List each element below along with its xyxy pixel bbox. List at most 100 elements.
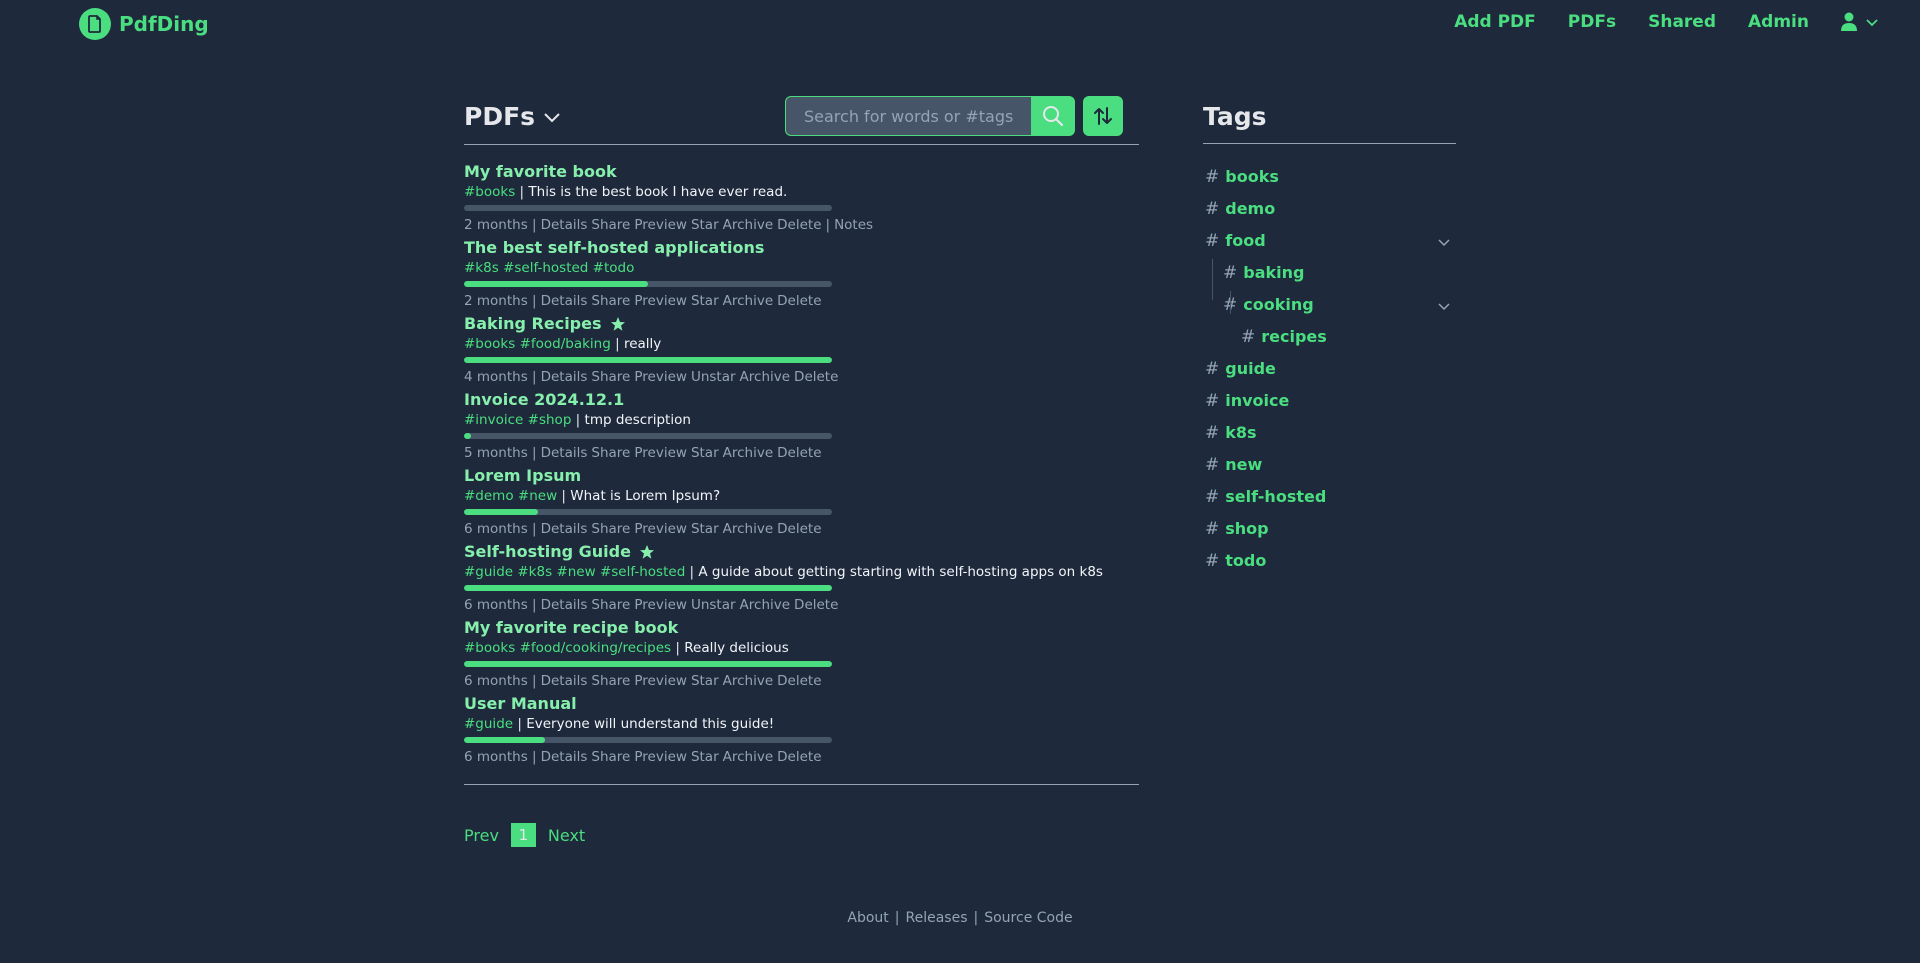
releases-link[interactable]: Releases [906, 910, 968, 926]
pdf-action-details[interactable]: Details [541, 749, 588, 765]
pdf-action-archive[interactable]: Archive [723, 445, 774, 461]
user-menu-button[interactable] [1841, 12, 1879, 32]
pdf-action-details[interactable]: Details [541, 293, 588, 309]
tag-item-todo[interactable]: # todo [1205, 549, 1266, 573]
pdf-action-unstar[interactable]: Unstar [691, 597, 736, 613]
pdf-action-share[interactable]: Share [591, 369, 630, 385]
pdf-tag-link[interactable]: #k8s [464, 260, 499, 276]
pdf-title[interactable]: My favorite book [464, 162, 1139, 182]
pdf-tag-link[interactable]: #new [518, 488, 557, 504]
pdf-action-delete[interactable]: Delete [794, 597, 838, 613]
pdf-tag-link[interactable]: #books [464, 184, 515, 200]
pdf-action-archive[interactable]: Archive [723, 673, 774, 689]
pdf-tag-link[interactable]: #books [464, 640, 515, 656]
pdf-action-preview[interactable]: Preview [634, 369, 687, 385]
pdf-action-archive[interactable]: Archive [740, 597, 791, 613]
pdf-action-star[interactable]: Star [691, 521, 719, 537]
pdf-action-preview[interactable]: Preview [634, 521, 687, 537]
pdf-tag-link[interactable]: #guide [464, 716, 513, 732]
tag-item-invoice[interactable]: # invoice [1205, 389, 1289, 413]
about-link[interactable]: About [847, 910, 888, 926]
brand-link[interactable]: PdfDing [79, 8, 209, 40]
sort-button[interactable] [1083, 96, 1123, 136]
pdf-title[interactable]: Invoice 2024.12.1 [464, 390, 1139, 410]
tag-item-demo[interactable]: # demo [1205, 197, 1275, 221]
pdf-action-star[interactable]: Star [691, 749, 719, 765]
tag-item-new[interactable]: # new [1205, 453, 1262, 477]
next-page-link[interactable]: Next [548, 826, 585, 845]
nav-pdfs[interactable]: PDFs [1568, 12, 1616, 32]
pdf-tag-link[interactable]: #books [464, 336, 515, 352]
nav-shared[interactable]: Shared [1648, 12, 1716, 32]
chevron-down-icon[interactable] [1437, 301, 1451, 311]
pdf-tag-link[interactable]: #food/baking [520, 336, 611, 352]
pdf-action-share[interactable]: Share [591, 293, 630, 309]
pdf-action-star[interactable]: Star [691, 293, 719, 309]
pdf-action-preview[interactable]: Preview [634, 445, 687, 461]
pdf-action-details[interactable]: Details [541, 673, 588, 689]
pdf-tag-link[interactable]: #shop [528, 412, 572, 428]
pdf-action-delete[interactable]: Delete [777, 445, 821, 461]
pdf-title[interactable]: The best self-hosted applications [464, 238, 1139, 258]
pdf-action-share[interactable]: Share [591, 217, 630, 233]
tag-item-self-hosted[interactable]: # self-hosted [1205, 485, 1326, 509]
pdf-action-delete[interactable]: Delete [777, 293, 821, 309]
pdf-action-share[interactable]: Share [591, 521, 630, 537]
tag-item-books[interactable]: # books [1205, 165, 1279, 189]
pdf-action-star[interactable]: Star [691, 217, 719, 233]
pdf-action-details[interactable]: Details [541, 369, 588, 385]
pdf-action-preview[interactable]: Preview [634, 749, 687, 765]
pdf-title[interactable]: Lorem Ipsum [464, 466, 1139, 486]
pdf-action-archive[interactable]: Archive [723, 521, 774, 537]
pdf-action-notes[interactable]: Notes [834, 217, 873, 233]
pdf-action-star[interactable]: Star [691, 673, 719, 689]
pdf-tag-link[interactable]: #invoice [464, 412, 523, 428]
tag-item-guide[interactable]: # guide [1205, 357, 1276, 381]
pdf-action-share[interactable]: Share [591, 445, 630, 461]
pdf-action-share[interactable]: Share [591, 749, 630, 765]
tag-item-k8s[interactable]: # k8s [1205, 421, 1257, 445]
pdf-title[interactable]: User Manual [464, 694, 1139, 714]
pdf-action-details[interactable]: Details [541, 597, 588, 613]
search-button[interactable] [1031, 96, 1075, 136]
pdf-tag-link[interactable]: #food/cooking/recipes [520, 640, 672, 656]
pdf-tag-link[interactable]: #todo [593, 260, 635, 276]
tag-item-baking[interactable]: # baking [1223, 261, 1304, 285]
pdf-action-details[interactable]: Details [541, 521, 588, 537]
pdf-action-delete[interactable]: Delete [777, 749, 821, 765]
nav-add-pdf[interactable]: Add PDF [1454, 12, 1536, 32]
pdf-tag-link[interactable]: #guide [464, 564, 513, 580]
pdf-action-archive[interactable]: Archive [723, 749, 774, 765]
pdf-action-preview[interactable]: Preview [634, 293, 687, 309]
tag-item-recipes[interactable]: # recipes [1241, 325, 1327, 349]
pdf-action-star[interactable]: Star [691, 445, 719, 461]
pdf-tag-link[interactable]: #k8s [517, 564, 552, 580]
tag-item-food[interactable]: # food [1205, 229, 1266, 253]
pdf-action-share[interactable]: Share [591, 597, 630, 613]
pdf-title[interactable]: Baking Recipes [464, 314, 1139, 334]
search-input[interactable] [785, 96, 1031, 136]
tag-item-shop[interactable]: # shop [1205, 517, 1269, 541]
source-code-link[interactable]: Source Code [984, 910, 1072, 926]
chevron-down-icon[interactable] [1437, 237, 1451, 247]
pdf-action-preview[interactable]: Preview [634, 673, 687, 689]
pdf-action-archive[interactable]: Archive [740, 369, 791, 385]
pdf-action-details[interactable]: Details [541, 445, 588, 461]
pdf-action-share[interactable]: Share [591, 673, 630, 689]
pdf-action-delete[interactable]: Delete [777, 673, 821, 689]
pdf-action-archive[interactable]: Archive [723, 293, 774, 309]
pdf-tag-link[interactable]: #new [556, 564, 595, 580]
pdf-action-archive[interactable]: Archive [723, 217, 774, 233]
pdf-action-delete[interactable]: Delete [777, 217, 821, 233]
pdf-tag-link[interactable]: #self-hosted [503, 260, 588, 276]
pdf-action-unstar[interactable]: Unstar [691, 369, 736, 385]
tag-item-cooking[interactable]: # cooking [1223, 293, 1314, 317]
pdf-tag-link[interactable]: #self-hosted [600, 564, 685, 580]
pdf-action-preview[interactable]: Preview [634, 217, 687, 233]
pdf-tag-link[interactable]: #demo [464, 488, 514, 504]
pdf-action-delete[interactable]: Delete [794, 369, 838, 385]
pdf-title[interactable]: Self-hosting Guide [464, 542, 1139, 562]
pdf-action-delete[interactable]: Delete [777, 521, 821, 537]
current-page[interactable]: 1 [510, 823, 536, 847]
pdf-view-selector[interactable]: PDFs [464, 102, 561, 131]
